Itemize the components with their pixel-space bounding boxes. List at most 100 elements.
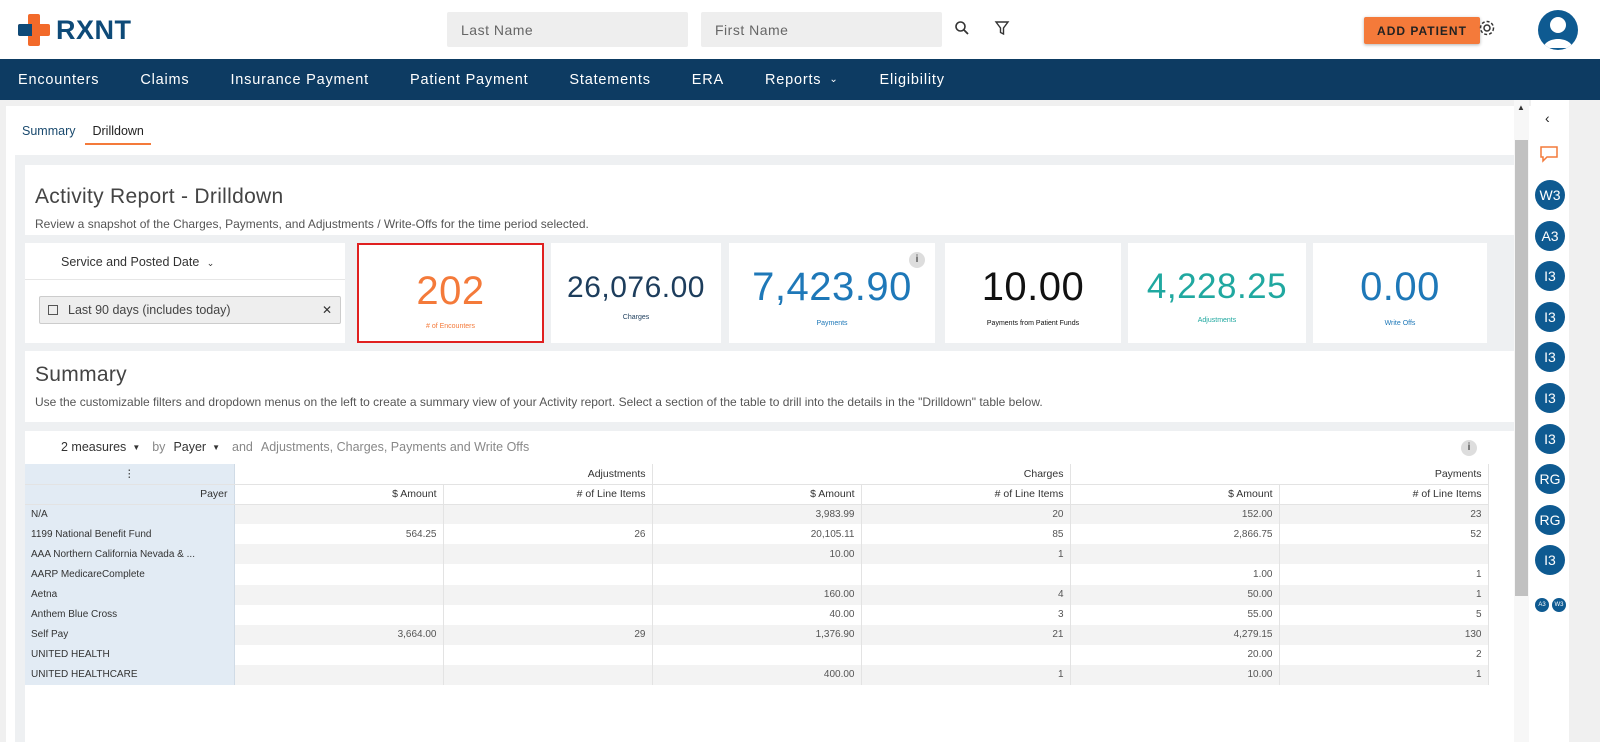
value-cell[interactable]	[234, 664, 444, 686]
add-patient-button[interactable]: ADD PATIENT	[1364, 17, 1480, 44]
value-cell[interactable]: 1	[1279, 584, 1489, 605]
value-cell[interactable]: 85	[861, 524, 1071, 545]
group-header-charges[interactable]: Charges	[652, 464, 1071, 485]
value-cell[interactable]	[861, 644, 1071, 665]
rxnt-logo[interactable]: RXNT	[18, 14, 132, 46]
rail-user-badge[interactable]: W3	[1535, 180, 1565, 210]
value-cell[interactable]	[443, 644, 653, 665]
value-cell[interactable]	[234, 584, 444, 605]
value-cell[interactable]: 3,664.00	[234, 624, 444, 645]
value-cell[interactable]: 10.00	[1070, 664, 1280, 686]
table-row[interactable]: UNITED HEALTHCARE 400.00 1 10.00 1	[25, 664, 1489, 686]
rail-user-badge[interactable]: I3	[1535, 301, 1565, 332]
value-cell[interactable]: 20,105.11	[652, 524, 862, 545]
rail-user-badge[interactable]: I3	[1535, 261, 1565, 292]
nav-reports[interactable]: Reports ⌄	[765, 72, 839, 88]
table-row[interactable]: AARP MedicareComplete 1.00 1	[25, 564, 1489, 585]
metric-charges[interactable]: 26,076.00 Charges	[551, 243, 721, 343]
value-cell[interactable]: 400.00	[652, 664, 862, 686]
value-cell[interactable]: 1	[861, 664, 1071, 686]
page-scrollbar[interactable]: ▲	[1514, 100, 1529, 742]
value-cell[interactable]: 3	[861, 604, 1071, 625]
value-cell[interactable]: 4,279.15	[1070, 624, 1280, 645]
user-avatar[interactable]	[1538, 10, 1578, 50]
columns-text[interactable]: Adjustments, Charges, Payments and Write…	[261, 440, 529, 454]
group-header-adjustments[interactable]: Adjustments	[234, 464, 653, 485]
value-cell[interactable]	[443, 664, 653, 686]
value-cell[interactable]: 10.00	[652, 544, 862, 565]
tab-drilldown[interactable]: Drilldown	[85, 124, 151, 145]
rail-user-badge[interactable]: A3	[1535, 220, 1565, 251]
table-row[interactable]: Self Pay 3,664.00 29 1,376.90 21 4,279.15 130	[25, 624, 1489, 645]
table-row[interactable]: AAA Northern California Nevada & ... 10.0…	[25, 544, 1489, 565]
value-cell[interactable]: 1	[1279, 564, 1489, 585]
payer-cell[interactable]: AAA Northern California Nevada & ...	[25, 544, 235, 565]
rail-user-badge[interactable]: I3	[1535, 423, 1565, 454]
gear-icon[interactable]	[1476, 17, 1498, 39]
nav-insurance-payment[interactable]: Insurance Payment	[230, 72, 369, 88]
value-cell[interactable]: 160.00	[652, 584, 862, 605]
payer-cell[interactable]: Anthem Blue Cross	[25, 604, 235, 625]
value-cell[interactable]: 21	[861, 624, 1071, 645]
value-cell[interactable]: 20	[861, 504, 1071, 525]
value-cell[interactable]: 20.00	[1070, 644, 1280, 665]
value-cell[interactable]	[234, 544, 444, 565]
filter-icon[interactable]	[991, 17, 1013, 39]
value-cell[interactable]: 130	[1279, 624, 1489, 645]
date-filter-dropdown[interactable]: Service and Posted Date ⌄	[61, 255, 214, 269]
table-row[interactable]: 1199 National Benefit Fund 564.25 26 20,105…	[25, 524, 1489, 545]
scroll-up-icon[interactable]: ▲	[1517, 103, 1525, 112]
nav-era[interactable]: ERA	[692, 72, 724, 88]
subheader[interactable]: $ Amount	[1070, 484, 1280, 505]
value-cell[interactable]	[443, 604, 653, 625]
value-cell[interactable]: 50.00	[1070, 584, 1280, 605]
value-cell[interactable]	[234, 564, 444, 585]
payer-cell[interactable]: Self Pay	[25, 624, 235, 645]
first-name-input[interactable]	[701, 12, 942, 47]
value-cell[interactable]: 1,376.90	[652, 624, 862, 645]
nav-claims[interactable]: Claims	[140, 72, 189, 88]
value-cell[interactable]: 3,983.99	[652, 504, 862, 525]
value-cell[interactable]	[861, 564, 1071, 585]
value-cell[interactable]: 26	[443, 524, 653, 545]
date-range-chip[interactable]: Last 90 days (includes today) ✕	[39, 296, 341, 324]
value-cell[interactable]: 55.00	[1070, 604, 1280, 625]
close-icon[interactable]: ✕	[322, 303, 332, 317]
subheader[interactable]: # of Line Items	[443, 484, 653, 505]
value-cell[interactable]: 1	[1279, 664, 1489, 686]
row-header-payer[interactable]: Payer	[25, 484, 235, 505]
rail-user-badge[interactable]: I3	[1535, 383, 1565, 413]
value-cell[interactable]: 5	[1279, 604, 1489, 625]
nav-encounters[interactable]: Encounters	[18, 72, 99, 88]
subheader[interactable]: # of Line Items	[1279, 484, 1489, 505]
search-icon[interactable]	[951, 17, 973, 39]
value-cell[interactable]: 1.00	[1070, 564, 1280, 585]
rail-mini-badge[interactable]: A3	[1535, 598, 1549, 612]
metric-patient-funds[interactable]: 10.00 Payments from Patient Funds	[945, 243, 1121, 343]
metric-payments[interactable]: i 7,423.90 Payments	[729, 243, 935, 343]
value-cell[interactable]	[234, 504, 444, 525]
nav-eligibility[interactable]: Eligibility	[880, 72, 945, 88]
scrollbar-thumb[interactable]	[1515, 140, 1528, 596]
info-icon[interactable]: i	[1461, 440, 1477, 456]
rail-user-badge[interactable]: I3	[1535, 545, 1565, 576]
nav-patient-payment[interactable]: Patient Payment	[410, 72, 528, 88]
value-cell[interactable]	[234, 644, 444, 665]
chat-icon[interactable]	[1539, 145, 1559, 168]
pivot-menu-icon[interactable]: ⋮	[25, 464, 235, 485]
measures-dropdown[interactable]: 2 measures	[61, 440, 126, 454]
value-cell[interactable]	[443, 544, 653, 565]
value-cell[interactable]: 40.00	[652, 604, 862, 625]
metric-adjustments[interactable]: 4,228.25 Adjustments	[1128, 243, 1306, 343]
table-row[interactable]: N/A 3,983.99 20 152.00 23	[25, 504, 1489, 525]
value-cell[interactable]	[652, 564, 862, 585]
payer-cell[interactable]: 1199 National Benefit Fund	[25, 524, 235, 545]
table-row[interactable]: Aetna 160.00 4 50.00 1	[25, 584, 1489, 605]
table-row[interactable]: Anthem Blue Cross 40.00 3 55.00 5	[25, 604, 1489, 625]
value-cell[interactable]	[652, 644, 862, 665]
payer-cell[interactable]: Aetna	[25, 584, 235, 605]
value-cell[interactable]: 2,866.75	[1070, 524, 1280, 545]
value-cell[interactable]	[443, 564, 653, 585]
value-cell[interactable]: 4	[861, 584, 1071, 605]
subheader[interactable]: $ Amount	[652, 484, 862, 505]
